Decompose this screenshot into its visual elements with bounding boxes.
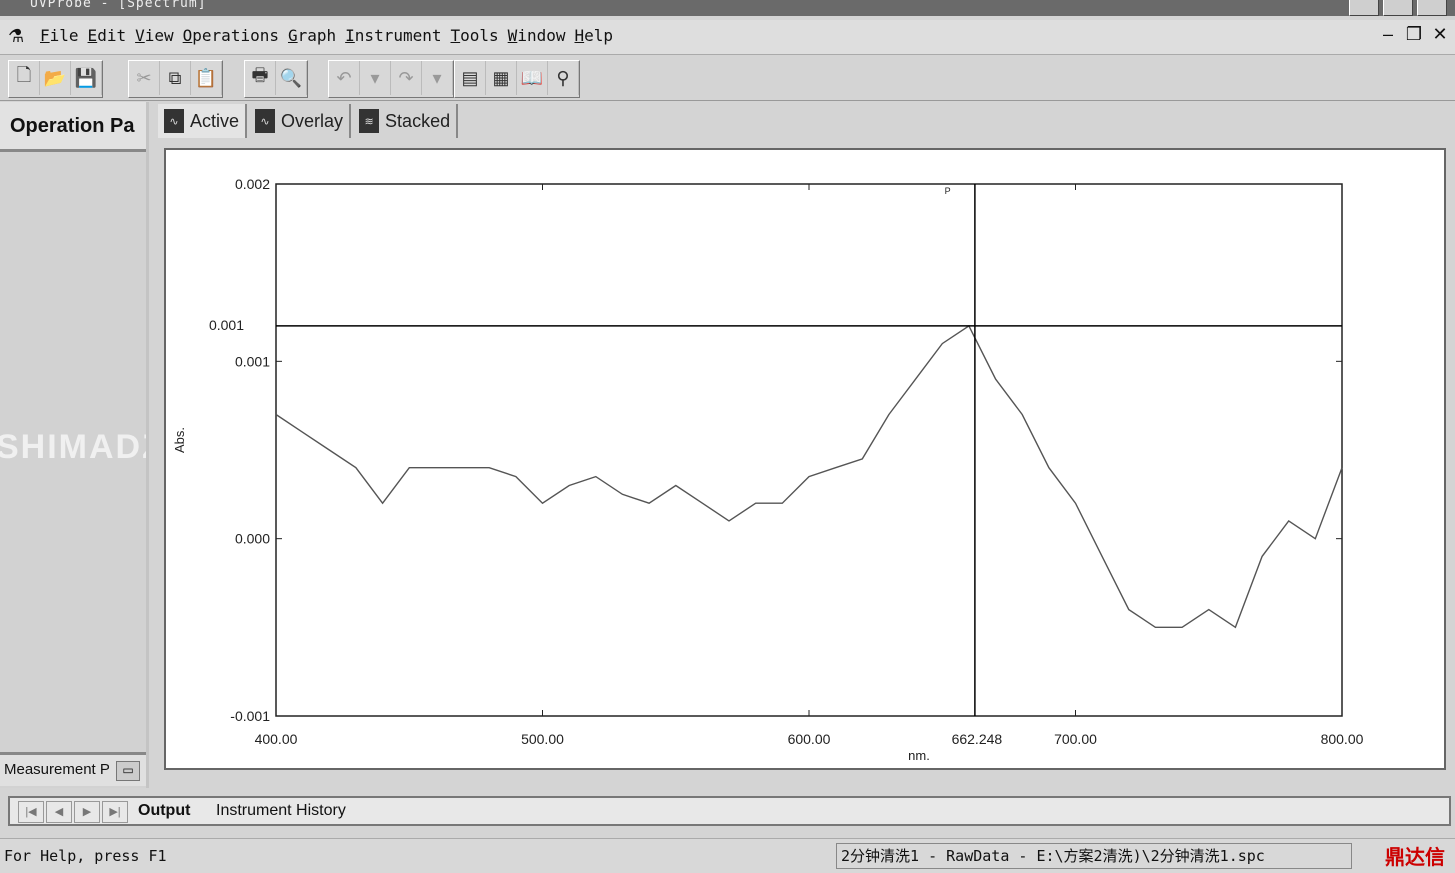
tab-output[interactable]: Output [138, 801, 190, 821]
spectrum-graph[interactable]: 400.00 500.00 600.00 700.00 800.00 -0.001 0.00… [164, 148, 1446, 770]
spectrum-line [275, 324, 1343, 629]
prev-tab-icon[interactable]: ◀ [46, 801, 72, 823]
tab-overlay[interactable]: ∿ Overlay [249, 104, 352, 138]
x-tick-label-1: 500.00 [521, 731, 564, 747]
maximize-button[interactable] [1383, 0, 1413, 16]
y-tick-label-2: 0.001 [235, 353, 270, 369]
y-tick-label-1: 0.000 [235, 531, 270, 547]
undo-icon[interactable]: ↶ [329, 61, 360, 95]
active-view-icon: ∿ [164, 109, 184, 133]
menu-instrument[interactable]: Instrument [345, 26, 450, 45]
toolbar: 🗋 📂 💾 ✂ ⧉ 📋 🖶 🔍 ↶ ▾ ↷ ▾ ▤ ▦ 📖 ⚲ [0, 56, 1455, 101]
mdi-minimize-icon[interactable]: – [1379, 24, 1397, 45]
shimadzu-watermark: SHIMADZU [0, 428, 146, 466]
operation-panel-title: Operation Pa [0, 102, 146, 152]
title-bar: UVProbe - [Spectrum] [0, 0, 1455, 16]
plot-area [275, 183, 1343, 717]
x-tick-label-2: 600.00 [788, 731, 831, 747]
tab-overlay-label: Overlay [281, 110, 344, 131]
copy-icon[interactable]: ⧉ [160, 61, 191, 95]
book-icon[interactable]: 📖 [517, 61, 548, 95]
print-icon[interactable]: 🖶 [245, 61, 276, 95]
view-tabs: ∿ Active ∿ Overlay ≋ Stacked [158, 104, 459, 140]
mdi-restore-icon[interactable]: ❐ [1405, 24, 1423, 45]
save-icon[interactable]: 💾 [71, 61, 102, 95]
status-file-path: 2分钟清洗1 - RawData - E:\方案2清洗)\2分钟清洗1.spc [836, 843, 1352, 869]
tab-stacked[interactable]: ≋ Stacked [353, 104, 459, 138]
report-icon[interactable]: ▤ [455, 61, 486, 95]
menu-file[interactable]: File [40, 26, 88, 45]
output-bar: |◀ ◀ ▶ ▶| Output Instrument History [8, 796, 1451, 826]
y-tick-label-0: -0.001 [230, 708, 270, 724]
x-tick-label-0: 400.00 [255, 731, 298, 747]
last-tab-icon[interactable]: ▶| [102, 801, 128, 823]
menu-tools[interactable]: Tools [451, 26, 508, 45]
status-help-text: For Help, press F1 [4, 847, 167, 865]
tab-stacked-label: Stacked [385, 110, 451, 131]
x-tick-label-4: 800.00 [1321, 731, 1364, 747]
menu-window[interactable]: Window [508, 26, 575, 45]
tab-instrument-history[interactable]: Instrument History [216, 801, 346, 821]
cursor-x-readout: 662.248 [952, 731, 1003, 747]
open-folder-icon[interactable]: 📂 [40, 61, 71, 95]
measurement-panel-label: Measurement P [4, 761, 110, 778]
paste-icon[interactable]: 📋 [191, 61, 222, 95]
spectrum-chart[interactable]: 400.00 500.00 600.00 700.00 800.00 -0.001 0.00… [166, 150, 1444, 768]
x-axis-label: nm. [908, 748, 930, 763]
x-tick-label-3: 700.00 [1054, 731, 1097, 747]
measurement-panel-tab[interactable]: Measurement P ▭ [0, 752, 146, 786]
print-preview-icon[interactable]: 🔍 [276, 61, 307, 95]
cursor-y-readout: 0.001 [209, 317, 244, 333]
y-tick-label-3: 0.002 [235, 176, 270, 192]
redo-list-icon[interactable]: ▾ [422, 61, 453, 95]
cut-icon[interactable]: ✂ [129, 61, 160, 95]
menu-bar: ⚗ File Edit View Operations Graph Instru… [0, 20, 1455, 55]
y-axis-label: Abs. [172, 427, 187, 453]
operation-panel: Operation Pa SHIMADZU Measurement P ▭ [0, 102, 149, 788]
help-pointer-icon[interactable]: ⚲ [548, 61, 579, 95]
menu-view[interactable]: View [135, 26, 183, 45]
menu-help[interactable]: Help [574, 26, 622, 45]
minimize-button[interactable] [1349, 0, 1379, 16]
app-icon[interactable]: ⚗ [8, 26, 28, 46]
status-bar: For Help, press F1 2分钟清洗1 - RawData - E:… [0, 838, 1455, 873]
brand-logo: 鼎达信 [1385, 845, 1445, 869]
panel-toggle-icon[interactable]: ▭ [116, 761, 140, 781]
new-file-icon[interactable]: 🗋 [9, 61, 40, 95]
menu-edit[interactable]: Edit [88, 26, 136, 45]
mdi-close-icon[interactable]: ✕ [1431, 24, 1449, 45]
tab-active[interactable]: ∿ Active [158, 104, 248, 138]
menu-graph[interactable]: Graph [288, 26, 345, 45]
next-tab-icon[interactable]: ▶ [74, 801, 100, 823]
undo-list-icon[interactable]: ▾ [360, 61, 391, 95]
stacked-view-icon: ≋ [359, 109, 380, 133]
redo-icon[interactable]: ↷ [391, 61, 422, 95]
peak-marker: P [945, 186, 951, 196]
tab-active-label: Active [190, 110, 240, 131]
close-button[interactable] [1417, 0, 1447, 16]
first-tab-icon[interactable]: |◀ [18, 801, 44, 823]
window-title: UVProbe - [Spectrum] [30, 0, 207, 11]
spectrum-icon[interactable]: ▦ [486, 61, 517, 95]
overlay-view-icon: ∿ [255, 109, 276, 133]
menu-operations[interactable]: Operations [183, 26, 288, 45]
